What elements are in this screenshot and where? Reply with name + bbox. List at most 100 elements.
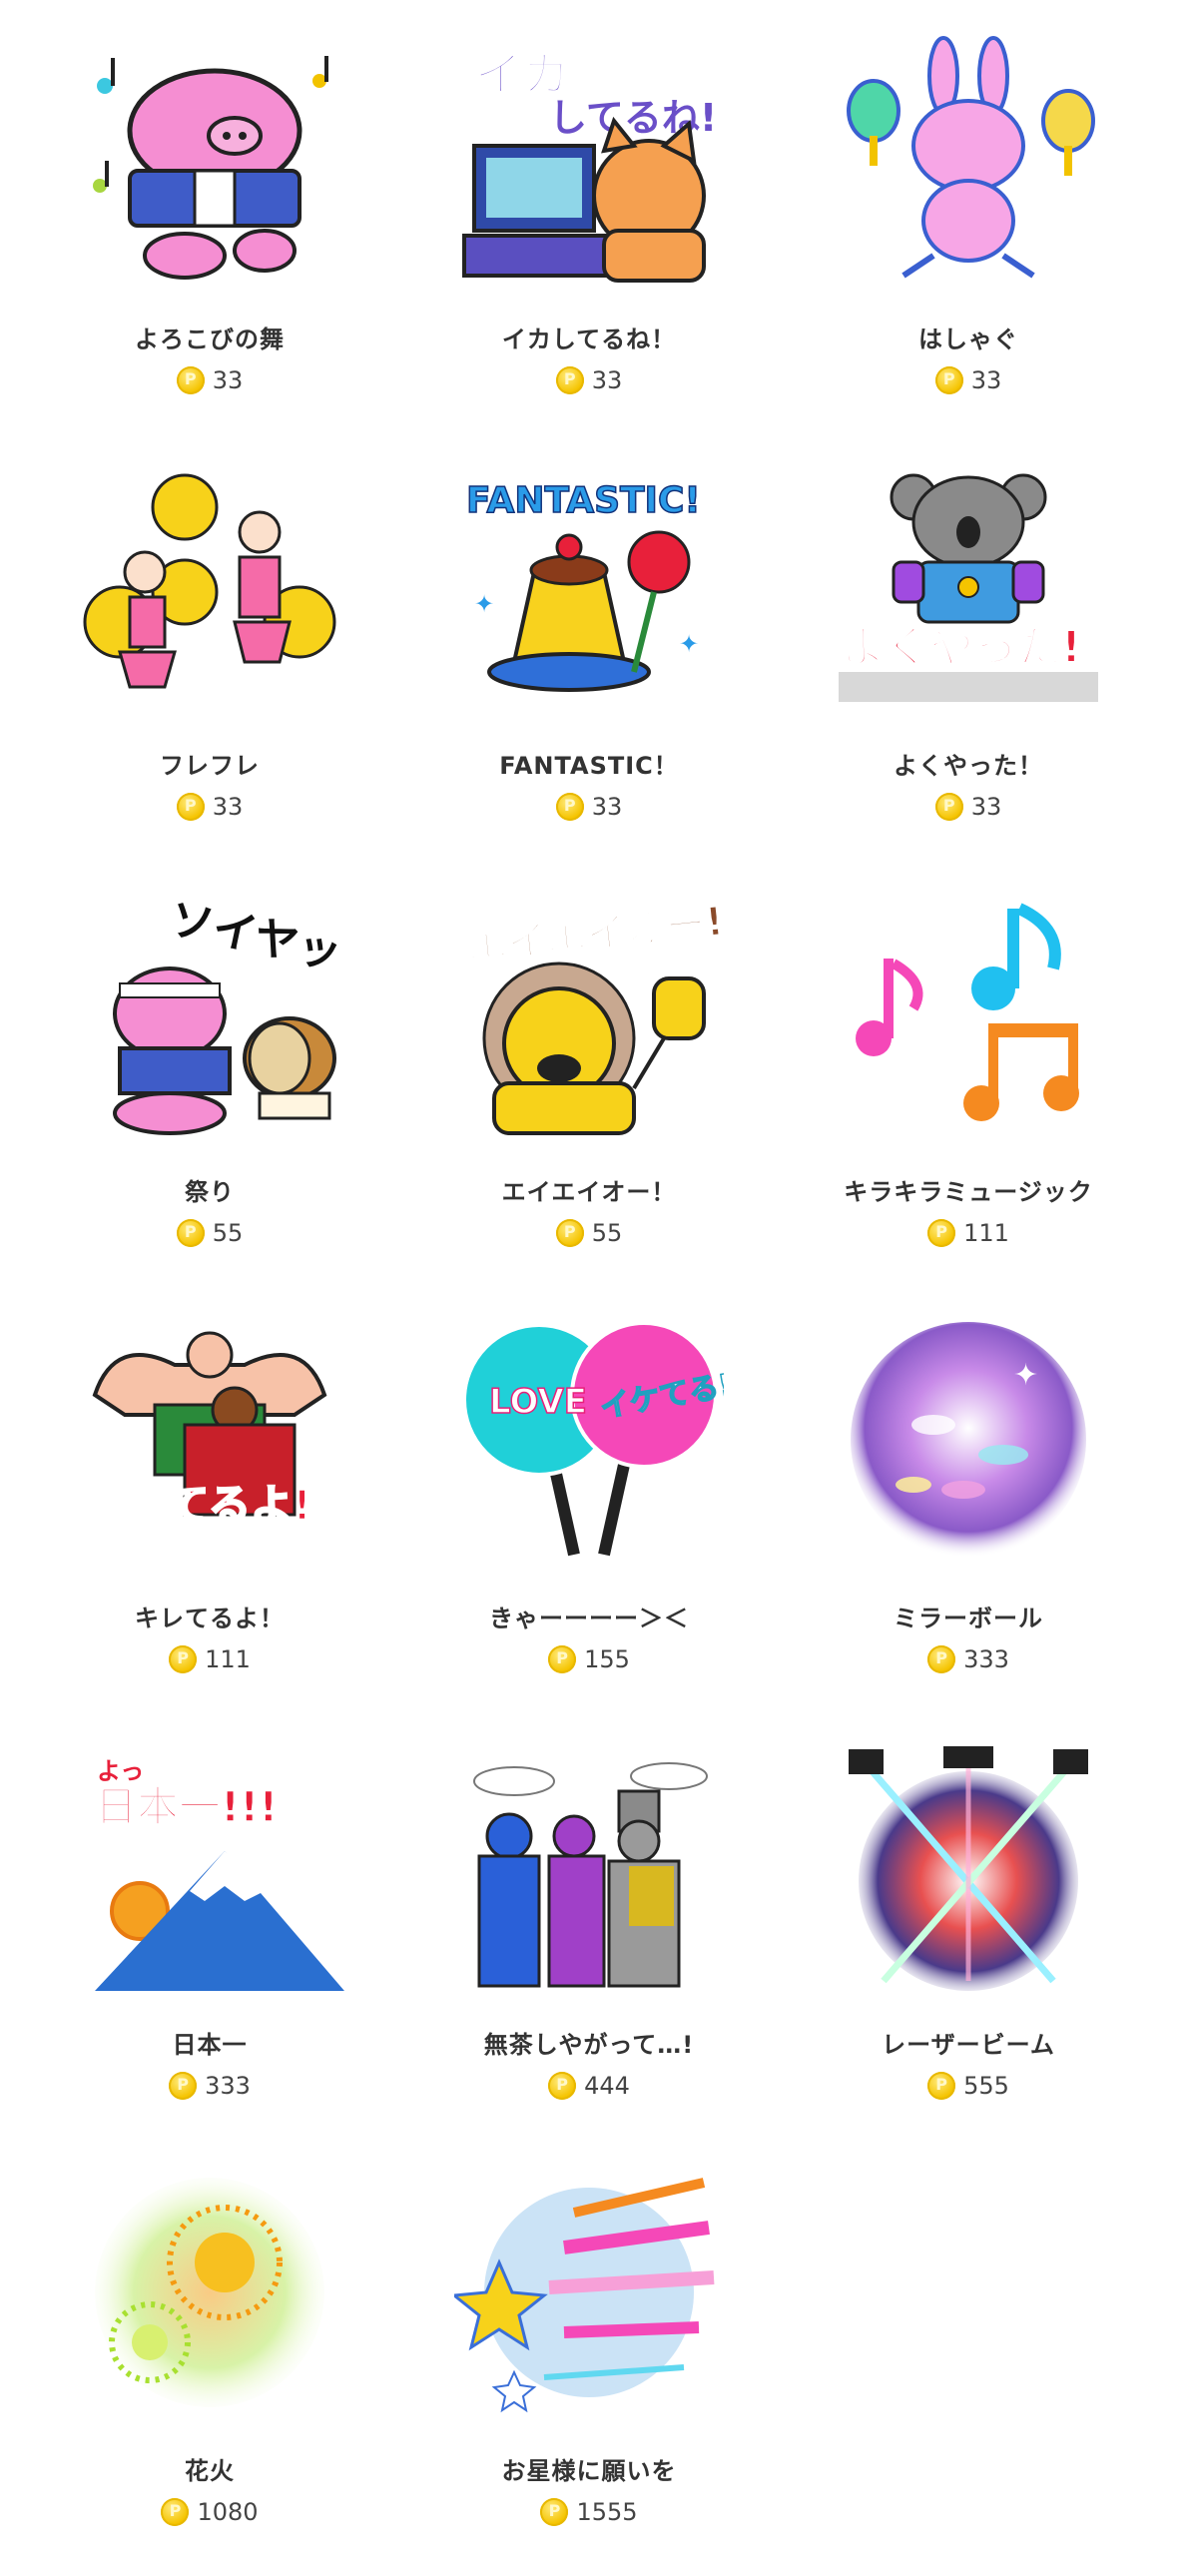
cat-squid-monitor-icon: イカ してるね! — [454, 36, 724, 286]
coin-icon — [927, 2072, 956, 2100]
gift-price-value: 33 — [212, 793, 244, 821]
gift-price: 33 — [555, 792, 623, 822]
music-notes-icon — [834, 889, 1103, 1138]
art-text: エイエイオー! — [465, 899, 724, 971]
gift-item[interactable]: キラキラミュージック 111 — [779, 871, 1158, 1297]
coin-icon — [555, 793, 584, 821]
gift-item[interactable]: キレてるよ! キレてるよ！ 111 — [20, 1297, 399, 1723]
coin-icon — [555, 1219, 584, 1247]
coin-icon — [169, 2072, 198, 2100]
gift-price-value: 155 — [584, 1645, 630, 1673]
gift-name: 花火 — [185, 2457, 235, 2485]
gift-price: 555 — [927, 2071, 1009, 2101]
gift-price: 33 — [555, 365, 623, 395]
gift-item[interactable]: よくやった! よくやった！ 33 — [779, 444, 1158, 871]
svg-text:✦: ✦ — [474, 590, 494, 618]
coin-icon — [176, 793, 205, 821]
art-text: よくやった! — [842, 622, 1081, 673]
gift-item[interactable]: FANTASTIC! ✦ ✦ FANTASTIC！ 33 — [399, 444, 779, 871]
cheerleaders-icon — [75, 462, 344, 712]
gift-price-value: 333 — [205, 2072, 251, 2100]
coin-icon — [161, 2498, 190, 2526]
gift-price: 444 — [548, 2071, 630, 2101]
gift-name: ミラーボール — [894, 1605, 1043, 1632]
gift-price-value: 555 — [963, 2072, 1009, 2100]
gift-price: 333 — [169, 2071, 251, 2101]
gift-item[interactable]: よろこびの舞 33 — [20, 18, 399, 444]
dancing-pig-icon — [75, 36, 344, 286]
gift-price: 111 — [927, 1218, 1009, 1248]
gift-price-value: 111 — [963, 1219, 1009, 1247]
art-text: よっ — [97, 1757, 144, 1785]
gift-item[interactable]: 無茶しやがって…! 444 — [399, 1723, 779, 2150]
gift-item[interactable]: よっ 日本一!!! 日本一 333 — [20, 1723, 399, 2150]
koala-medal-icon: よくやった! — [834, 462, 1103, 712]
gift-price-value: 55 — [212, 1219, 244, 1247]
gift-item[interactable]: ✦ ミラーボール 333 — [779, 1297, 1158, 1723]
coin-icon — [927, 1219, 956, 1247]
gift-name: エイエイオー！ — [501, 1178, 677, 1206]
svg-text:✦: ✦ — [679, 630, 699, 658]
svg-text:✦: ✦ — [1013, 1358, 1038, 1393]
gift-price: 1555 — [540, 2497, 638, 2527]
gift-item[interactable]: フレフレ 33 — [20, 444, 399, 871]
coin-icon — [555, 366, 584, 394]
bunny-maracas-icon — [834, 36, 1103, 286]
coin-icon — [176, 1219, 205, 1247]
gift-name: 無茶しやがって…! — [483, 2031, 695, 2059]
art-text: 日本一!!! — [95, 1782, 278, 1831]
gift-price-value: 33 — [970, 366, 1002, 394]
gift-price-value: 333 — [963, 1645, 1009, 1673]
gift-price-value: 33 — [212, 366, 244, 394]
gift-name: レーザービーム — [882, 2031, 1055, 2059]
gift-item[interactable]: エイエイオー! エイエイオー！ 55 — [399, 871, 779, 1297]
art-text: FANTASTIC! — [466, 480, 701, 521]
gift-item[interactable]: LOVE イケてる! きゃーーーー＞＜ 155 — [399, 1297, 779, 1723]
laser-beam-icon — [834, 1741, 1103, 1991]
gift-name: 祭り — [185, 1178, 235, 1206]
mount-fuji-icon: よっ 日本一!!! — [75, 1741, 344, 1991]
gift-name: はしゃぐ — [918, 325, 1018, 353]
gift-name: 日本一 — [172, 2031, 248, 2059]
gift-item[interactable]: お星様に願いを 1555 — [399, 2150, 779, 2576]
art-text: キレてるよ! — [83, 1481, 311, 1530]
gift-name: お星様に願いを — [501, 2457, 677, 2485]
gift-price-value: 55 — [591, 1219, 623, 1247]
gift-name: FANTASTIC！ — [499, 752, 679, 780]
gift-price-value: 33 — [591, 366, 623, 394]
bodybuilders-icon: キレてるよ! — [75, 1315, 344, 1565]
gift-name: よくやった！ — [894, 752, 1043, 780]
gift-price: 33 — [176, 792, 244, 822]
coin-icon — [548, 1645, 577, 1673]
coin-icon — [548, 2072, 577, 2100]
gift-price-value: 444 — [584, 2072, 630, 2100]
mirror-ball-icon: ✦ — [834, 1315, 1103, 1565]
lion-fist-icon: エイエイオー! — [454, 889, 724, 1138]
gift-item[interactable]: レーザービーム 555 — [779, 1723, 1158, 2150]
gift-price: 1080 — [161, 2497, 259, 2527]
gift-item[interactable]: ソイヤッ 祭り 55 — [20, 871, 399, 1297]
gift-name: キレてるよ！ — [135, 1605, 285, 1632]
gift-price-value: 33 — [591, 793, 623, 821]
gift-name: きゃーーーー＞＜ — [489, 1605, 689, 1632]
festival-pig-drum-icon: ソイヤッ — [75, 889, 344, 1138]
gift-grid: よろこびの舞 33 イカ してるね! イカしてるね！ 33 — [0, 0, 1198, 2563]
gift-item[interactable]: イカ してるね! イカしてるね！ 33 — [399, 18, 779, 444]
saluting-trio-icon — [454, 1741, 724, 1991]
gift-price: 33 — [934, 792, 1001, 822]
gift-price: 111 — [169, 1644, 251, 1674]
gift-price: 55 — [555, 1218, 623, 1248]
coin-icon — [927, 1645, 956, 1673]
gift-price-value: 1080 — [197, 2498, 259, 2526]
gift-price: 33 — [934, 365, 1002, 395]
coin-icon — [176, 366, 205, 394]
coin-icon — [934, 793, 963, 821]
gift-item[interactable]: 花火 1080 — [20, 2150, 399, 2576]
gift-price-value: 1555 — [576, 2498, 638, 2526]
gift-item[interactable]: はしゃぐ 33 — [779, 18, 1158, 444]
gift-price-value: 111 — [205, 1645, 251, 1673]
fireworks-icon — [75, 2168, 344, 2417]
fan-paddles-icon: LOVE イケてる! — [454, 1315, 724, 1565]
art-text: イカ — [474, 47, 570, 103]
gift-name: フレフレ — [160, 752, 260, 780]
